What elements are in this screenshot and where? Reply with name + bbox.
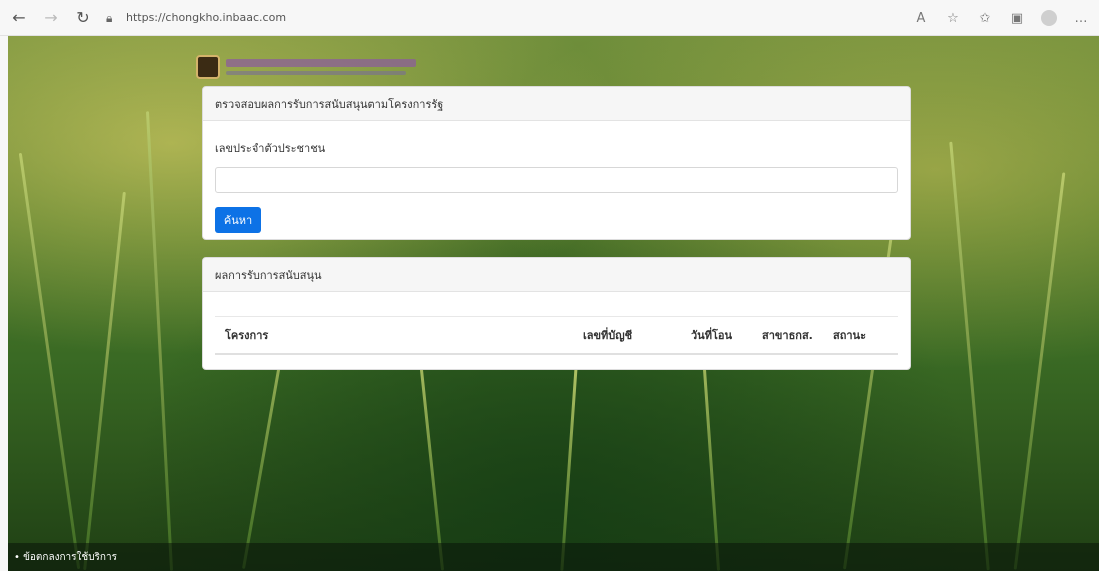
terms-link[interactable]: • ข้อตกลงการใช้บริการ — [14, 550, 117, 565]
search-card: ตรวจสอบผลการรับการสนับสนุนตามโครงการรัฐ … — [202, 86, 911, 240]
col-status: สถานะ — [833, 329, 866, 342]
collections-icon[interactable]: ▣ — [1009, 11, 1025, 26]
search-card-header: ตรวจสอบผลการรับการสนับสนุนตามโครงการรัฐ — [203, 87, 910, 121]
browser-toolbar: ← → ↻ 🔒︎ https://chongkho.inbaac.com A ☆… — [0, 0, 1099, 36]
results-card: ผลการรับการสนับสนุน โครงการ เลขที่บัญชี … — [202, 257, 911, 370]
favorite-add-icon[interactable]: ☆ — [945, 11, 961, 26]
search-button[interactable]: ค้นหา — [215, 207, 261, 233]
baac-logo-icon — [196, 55, 220, 79]
rice-stalk-decor — [560, 351, 579, 571]
site-logo[interactable] — [196, 50, 416, 84]
refresh-icon[interactable]: ↻ — [70, 5, 96, 31]
browser-actions: A ☆ ✩ ▣ … — [913, 0, 1089, 36]
more-menu-icon[interactable]: … — [1073, 11, 1089, 26]
col-project: โครงการ — [225, 329, 269, 342]
back-icon[interactable]: ← — [6, 5, 32, 31]
rice-stalk-decor — [949, 141, 990, 571]
profile-avatar[interactable] — [1041, 10, 1057, 26]
forward-icon[interactable]: → — [38, 5, 64, 31]
rice-stalk-decor — [83, 191, 126, 571]
lock-icon: 🔒︎ — [106, 10, 113, 25]
rice-stalk-decor — [145, 111, 174, 571]
citizen-id-input[interactable] — [215, 167, 898, 193]
citizen-id-label: เลขประจำตัวประชาชน — [215, 142, 326, 155]
page-footer: • ข้อตกลงการใช้บริการ — [8, 543, 1099, 571]
col-branch: สาขาธกส. — [762, 329, 813, 342]
col-transfer-date: วันที่โอน — [691, 329, 732, 342]
rice-stalk-decor — [18, 152, 81, 570]
col-account-no: เลขที่บัญชี — [583, 329, 633, 342]
address-bar[interactable]: 🔒︎ https://chongkho.inbaac.com — [106, 5, 286, 31]
page-background: ตรวจสอบผลการรับการสนับสนุนตามโครงการรัฐ … — [8, 36, 1099, 571]
url-text: https://chongkho.inbaac.com — [126, 11, 287, 24]
results-card-header: ผลการรับการสนับสนุน — [203, 258, 910, 292]
read-aloud-icon[interactable]: A — [913, 11, 929, 26]
results-table-header: โครงการ เลขที่บัญชี วันที่โอน สาขาธกส. ส… — [215, 316, 898, 355]
logo-wordmark — [226, 59, 416, 75]
rice-stalk-decor — [1013, 172, 1066, 570]
favorites-icon[interactable]: ✩ — [977, 11, 993, 26]
